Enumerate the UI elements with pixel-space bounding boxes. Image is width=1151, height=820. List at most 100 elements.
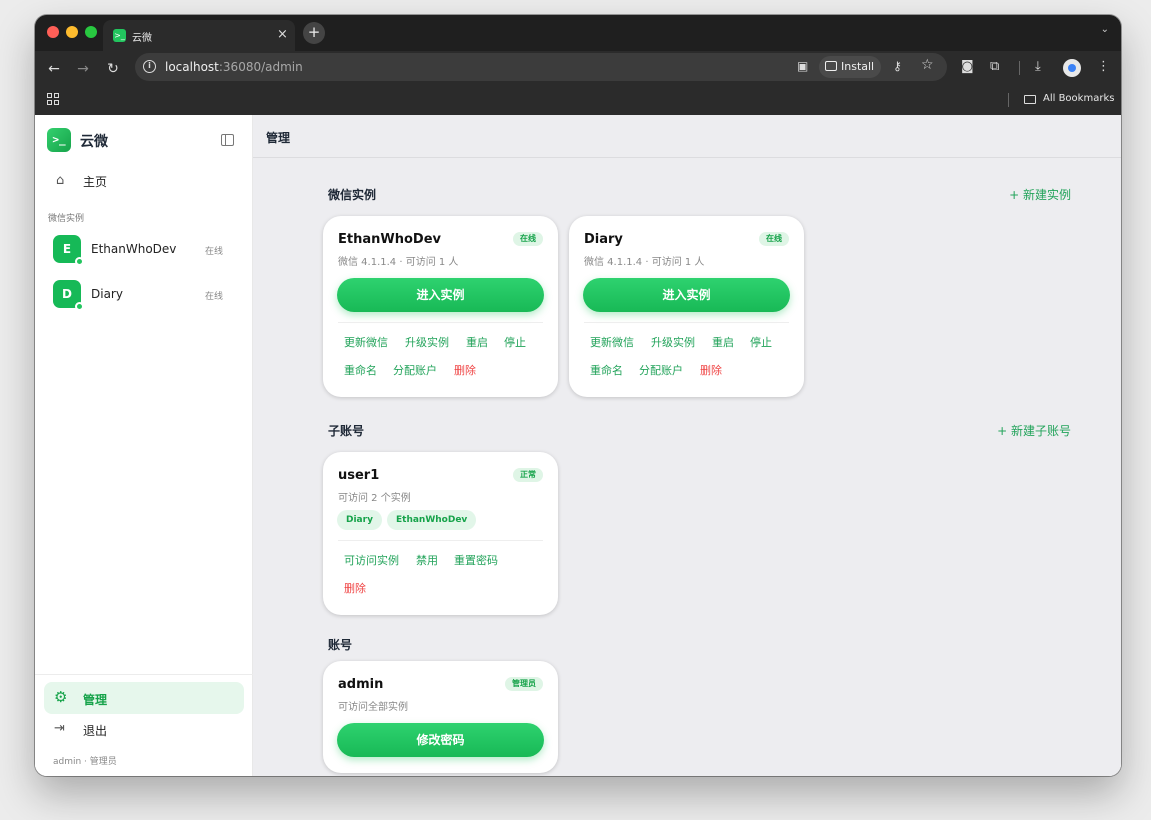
assign-account-button[interactable]: 分配账户 <box>393 362 437 378</box>
reset-password-button[interactable]: 重置密码 <box>454 552 498 568</box>
stop-button[interactable]: 停止 <box>750 334 772 350</box>
sidebar-item-label: 退出 <box>83 724 108 738</box>
card-divider <box>584 322 789 323</box>
subaccount-name: user1 <box>338 468 380 483</box>
forward-icon[interactable]: → <box>72 58 94 80</box>
extensions-puzzle-icon[interactable]: ⧉ <box>990 59 999 74</box>
extension-reader-icon[interactable]: ◙ <box>961 59 974 74</box>
delete-button[interactable]: 删除 <box>454 362 476 378</box>
instance-chip: EthanWhoDev <box>387 510 477 530</box>
account-card: admin 管理员 可访问全部实例 修改密码 <box>323 661 558 773</box>
app-name: 云微 <box>80 134 108 150</box>
card-divider <box>338 540 543 541</box>
sidebar-item-home[interactable]: ⌂ 主页 <box>47 168 241 194</box>
sidebar-item-manage[interactable]: ⚙ 管理 <box>44 682 244 714</box>
new-tab-button[interactable]: + <box>303 22 325 44</box>
reload-icon[interactable]: ↻ <box>102 58 124 80</box>
sidebar-item-label: 主页 <box>83 175 108 189</box>
logout-icon: ⇥ <box>54 721 65 736</box>
account-subtitle: 可访问全部实例 <box>338 702 408 713</box>
upgrade-instance-button[interactable]: 升级实例 <box>651 334 695 350</box>
bookmarks-bar: All Bookmarks <box>35 85 1121 115</box>
logo-icon: >_ <box>47 128 71 152</box>
account-name: admin <box>338 677 384 692</box>
star-icon[interactable]: ☆ <box>921 57 934 73</box>
status-badge: 正常 <box>513 468 543 482</box>
browser-window: >_ 云微 × + ⌄ ← → ↻ i localhost:36080/admi… <box>35 15 1121 776</box>
password-key-icon[interactable]: ⚷ <box>893 59 902 73</box>
profile-avatar[interactable] <box>1063 59 1081 77</box>
bookmarks-separator <box>1008 93 1009 107</box>
assign-account-button[interactable]: 分配账户 <box>639 362 683 378</box>
enter-instance-button[interactable]: 进入实例 <box>337 278 544 312</box>
page-header: 管理 <box>253 115 1121 158</box>
close-window-button[interactable] <box>47 26 59 38</box>
rename-button[interactable]: 重命名 <box>344 362 377 378</box>
install-icon <box>825 61 837 71</box>
delete-button[interactable]: 删除 <box>344 580 366 596</box>
url-text[interactable]: localhost:36080/admin <box>165 60 303 74</box>
disable-button[interactable]: 禁用 <box>416 552 438 568</box>
app-root: >_ 云微 ⌂ 主页 微信实例 E EthanWhoDev 在线 D Diary… <box>35 115 1121 776</box>
restart-button[interactable]: 重启 <box>466 334 488 350</box>
chevron-down-icon[interactable]: ⌄ <box>1101 24 1109 35</box>
instance-name: EthanWhoDev <box>91 242 177 256</box>
address-bar[interactable]: i localhost:36080/admin ▣ Install ⚷ ☆ <box>135 53 947 81</box>
sidebar-item-instance[interactable]: E EthanWhoDev 在线 <box>47 230 241 270</box>
status-badge: 在线 <box>759 232 789 246</box>
back-icon[interactable]: ← <box>43 58 65 80</box>
current-user-meta: admin · 管理员 <box>53 757 117 767</box>
clipboard-icon[interactable]: ▣ <box>797 59 808 73</box>
account-section-title: 账号 <box>328 638 353 652</box>
stop-button[interactable]: 停止 <box>504 334 526 350</box>
terminal-icon: >_ <box>113 29 126 42</box>
new-subaccount-button[interactable]: + 新建子账号 <box>997 422 1071 439</box>
enter-instance-button[interactable]: 进入实例 <box>583 278 790 312</box>
subaccount-subtitle: 可访问 2 个实例 <box>338 493 411 504</box>
subaccounts-section-title: 子账号 <box>328 424 365 438</box>
toolbar-separator <box>1019 61 1020 75</box>
install-button[interactable]: Install <box>819 56 881 78</box>
more-menu-icon[interactable]: ⋮ <box>1097 59 1110 74</box>
accessible-instances-button[interactable]: 可访问实例 <box>344 552 399 568</box>
update-wechat-button[interactable]: 更新微信 <box>344 334 388 350</box>
folder-icon <box>1024 95 1036 104</box>
instance-card-title: Diary <box>584 232 623 247</box>
instances-section-label: 微信实例 <box>48 214 85 224</box>
instance-chip: Diary <box>337 510 382 530</box>
delete-button[interactable]: 删除 <box>700 362 722 378</box>
all-bookmarks-link[interactable]: All Bookmarks <box>1043 93 1114 104</box>
download-icon[interactable]: ⤓ <box>1035 59 1041 74</box>
minimize-window-button[interactable] <box>66 26 78 38</box>
instance-card-title: EthanWhoDev <box>338 232 441 247</box>
card-divider <box>338 322 543 323</box>
instance-name: Diary <box>91 287 123 301</box>
instance-status: 在线 <box>204 247 223 257</box>
online-dot <box>75 302 84 311</box>
status-badge: 在线 <box>513 232 543 246</box>
rename-button[interactable]: 重命名 <box>590 362 623 378</box>
instance-card: Diary 在线 微信 4.1.1.4 · 可访问 1 人 进入实例 更新微信 … <box>569 216 804 397</box>
instance-card-subtitle: 微信 4.1.1.4 · 可访问 1 人 <box>338 257 459 268</box>
sidebar-divider <box>35 674 253 675</box>
close-tab-icon[interactable]: × <box>277 27 288 42</box>
restart-button[interactable]: 重启 <box>712 334 734 350</box>
change-password-button[interactable]: 修改密码 <box>337 723 544 757</box>
role-badge: 管理员 <box>505 677 543 691</box>
sidebar-item-logout[interactable]: ⇥ 退出 <box>44 717 244 743</box>
info-icon[interactable]: i <box>143 60 156 73</box>
upgrade-instance-button[interactable]: 升级实例 <box>405 334 449 350</box>
new-instance-button[interactable]: + 新建实例 <box>1009 186 1071 203</box>
apps-grid-icon[interactable] <box>47 93 59 105</box>
gear-icon: ⚙ <box>54 688 68 706</box>
tab-bar: >_ 云微 × + ⌄ <box>35 15 1121 51</box>
online-dot <box>75 257 84 266</box>
main-content: 管理 微信实例 + 新建实例 EthanWhoDev 在线 微信 4.1.1.4… <box>253 115 1121 776</box>
update-wechat-button[interactable]: 更新微信 <box>590 334 634 350</box>
subaccount-card: user1 正常 可访问 2 个实例 Diary EthanWhoDev 可访问… <box>323 452 558 615</box>
sidebar-toggle-icon[interactable] <box>221 134 234 146</box>
maximize-window-button[interactable] <box>85 26 97 38</box>
sidebar-item-instance[interactable]: D Diary 在线 <box>47 275 241 315</box>
instances-section-title: 微信实例 <box>328 188 377 202</box>
browser-tab[interactable]: >_ 云微 × <box>103 20 295 51</box>
